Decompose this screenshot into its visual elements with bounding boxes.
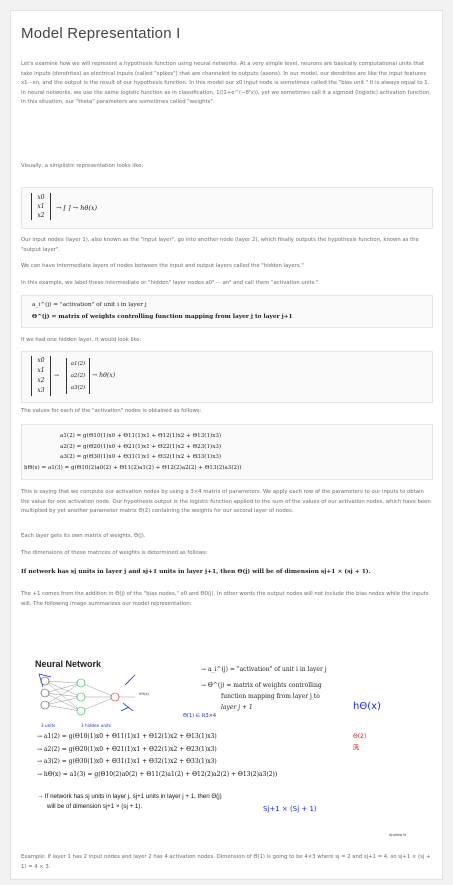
slide-rule-line1: → If network has sj units in layer j, sj… [37,793,222,800]
slide-eq-h: → hΘ(x) = a1(3) = g(Θ10(2)a0(2) + Θ11(2)… [37,770,278,778]
theta-definition: Θ^(j) = matrix of weights controlling fu… [32,314,293,320]
visual-intro-text: Visually, a simplistic representation lo… [21,163,144,169]
page-title: Model Representation I [21,25,181,42]
content-card: Model Representation I Let's examine how… [10,10,443,880]
handwritten-h: hΘ(x) [353,701,381,712]
activation-values-text: The values for each of the "activation" … [21,408,202,414]
bias-nodes-text: The +1 comes from the addition in Θ(j) o… [21,591,429,607]
activation-definition: a_i^(j) = "activation" of unit i in laye… [32,302,147,308]
equation-a1: a1(2) = g(Θ10(1)x0 + Θ11(1)x1 + Θ12(1)x2… [60,433,222,439]
slide-def-theta-b: function mapping from layer j to [221,693,320,700]
definitions-math: a_i^(j) = "activation" of unit i in laye… [21,295,433,328]
matrix-explanation-text: This is saying that we compute our activ… [21,489,431,515]
handwritten-dimension: Sj+1 × (Sj + 1) [263,805,317,813]
handwritten-units: 3 units [41,723,56,728]
dimensions-intro-text: The dimensions of these matrices of weig… [21,550,208,556]
weights-per-layer-text: Each layer gets its own matrix of weight… [21,533,146,539]
intro-paragraph: Let's examine how we will represent a hy… [21,61,431,106]
diagram-output-label: hΘ(x) [139,692,149,696]
slide-eq-a1: → a1(2) = g(Θ10(1)x0 + Θ11(1)x1 + Θ12(1)… [37,733,217,740]
slide-def-theta-a: → Θ^(j) = matrix of weights controlling [201,682,322,689]
simple-network-math: x0 x1 x2 → [ ] → hθ(x) [21,187,433,229]
equation-h: hΘ(x) = a1(3) = g(Θ10(2)a0(2) + Θ11(2)a1… [24,464,242,471]
activation-units-text: In this example, we label these intermed… [21,280,319,286]
handwritten-theta2: Θ(2) [353,733,367,740]
arrow-glyph: → [54,372,60,379]
hidden-input-vector: x0 x1 x2 x3 [31,356,51,396]
activation-equations: a1(2) = g(Θ10(1)x0 + Θ11(1)x1 + Θ12(1)x2… [21,424,433,480]
neural-network-slide: Neural Network hΘ(x) 3 units 3 hidden un… [23,659,423,841]
slide-heading: Neural Network [35,659,102,669]
slide-def-activation: → a_i^(j) = "activation" of unit i in la… [201,666,327,673]
slide-eq-a3: → a3(2) = g(Θ30(1)x0 + Θ31(1)x1 + Θ32(1)… [37,758,217,765]
simple-network-output: → [ ] → hθ(x) [56,204,98,212]
handwritten-r: ℝ [353,743,360,752]
hidden-activation-vector: a1(2) a2(2) a3(2) [66,358,90,394]
slide-eq-a2: → a2(2) = g(Θ20(1)x0 + Θ21(1)x1 + Θ22(1)… [37,745,217,753]
handwritten-theta-dim: Θ(1) ∈ ℝ3×4 [183,713,217,719]
dimension-rule: If network has sj units in layer j and s… [21,568,371,575]
hidden-network-output: → hθ(x) [92,372,116,379]
equation-a3: a3(2) = g(Θ30(1)x0 + Θ31(1)x1 + Θ32(1)x2… [60,454,222,460]
slide-credit: Andrew N [389,833,406,837]
equation-a2: a2(2) = g(Θ20(1)x0 + Θ21(1)x1 + Θ22(1)x2… [60,443,222,450]
input-vector: x0 x1 x2 [31,193,51,220]
slide-rule-line2: will be of dimension sj+1 × (sj + 1). [47,803,143,810]
handwritten-hidden-units: 3 hidden units [81,723,111,728]
slide-def-theta-c: layer j + 1 [221,704,253,711]
one-hidden-layer-text: If we had one hidden layer, it would loo… [21,337,142,343]
network-diagram [38,673,136,716]
hidden-network-math: x0 x1 x2 x3 → a1(2) a2(2) a3(2) → hθ(x) [21,351,433,403]
input-layer-text: Our input nodes (layer 1), also known as… [21,237,419,253]
hidden-layers-text: We can have intermediate layers of nodes… [21,263,304,269]
example-text: Example: If layer 1 has 2 input nodes an… [21,854,431,870]
